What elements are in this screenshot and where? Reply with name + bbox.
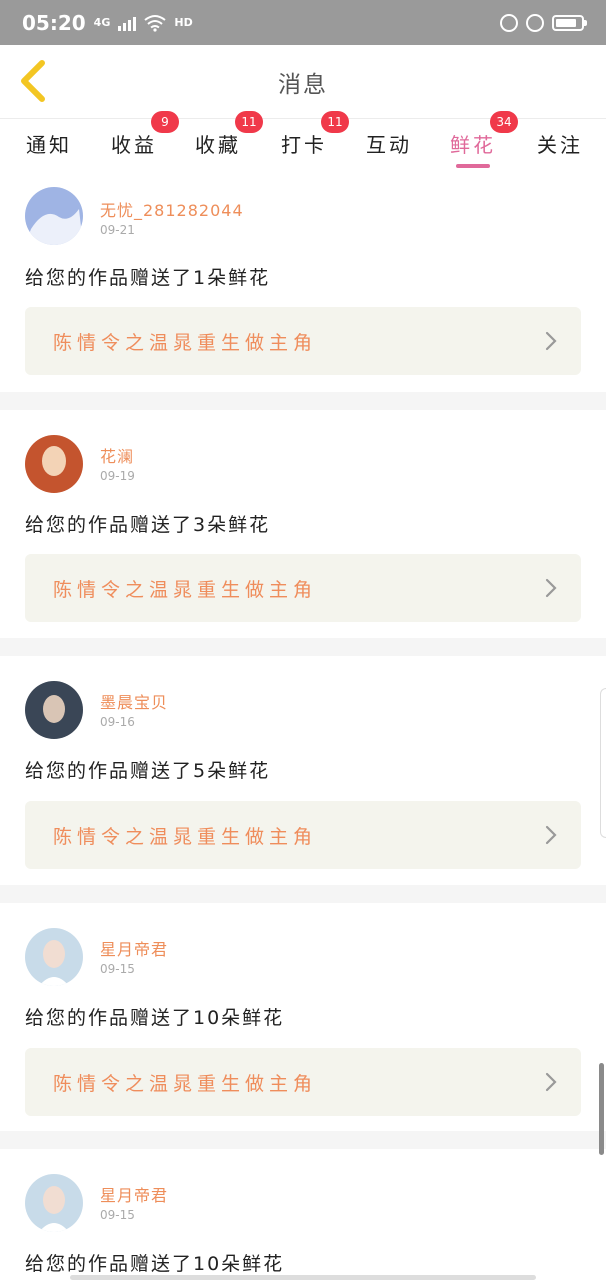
- count-badge: 34: [490, 111, 518, 133]
- username[interactable]: 星月帝君: [100, 936, 168, 960]
- username[interactable]: 墨晨宝贝: [100, 689, 168, 713]
- chevron-right-icon: [545, 825, 557, 845]
- count-badge: 11: [321, 111, 349, 133]
- wifi-icon: [144, 14, 166, 32]
- tab-checkin[interactable]: 打卡 11: [281, 111, 349, 158]
- tab-favorites[interactable]: 收藏 11: [195, 111, 263, 158]
- message-text: 给您的作品赠送了1朵鲜花: [25, 267, 271, 289]
- avatar[interactable]: [25, 1174, 83, 1232]
- app-header: 消息: [0, 45, 606, 118]
- tab-earnings[interactable]: 收益 9: [111, 111, 179, 158]
- list-item: 星月帝君 09-15 给您的作品赠送了10朵鲜花: [0, 1149, 606, 1280]
- page-title: 消息: [278, 71, 328, 98]
- chevron-left-icon: [21, 60, 45, 102]
- tab-label: 打卡: [281, 133, 327, 157]
- tab-label: 收藏: [195, 133, 241, 157]
- hd-badge: HD: [174, 16, 193, 29]
- list-item: 无忧_281282044 09-21 给您的作品赠送了1朵鲜花 陈情令之温晁重生…: [0, 172, 606, 392]
- tab-following[interactable]: 关注: [537, 129, 583, 158]
- tab-label: 通知: [26, 133, 72, 157]
- username[interactable]: 无忧_281282044: [100, 197, 244, 221]
- username[interactable]: 星月帝君: [100, 1182, 168, 1206]
- tab-bar: 通知 收益 9 收藏 11 打卡 11 互动 鲜花 34 关注: [0, 111, 606, 172]
- message-text: 给您的作品赠送了3朵鲜花: [25, 514, 271, 536]
- status-left: 05:20 4G HD: [22, 11, 193, 35]
- battery-icon: [552, 14, 587, 31]
- message-date: 09-15: [100, 1208, 135, 1222]
- status-bar: 05:20 4G HD: [0, 0, 606, 45]
- tab-label: 关注: [537, 133, 583, 157]
- message-date: 09-19: [100, 469, 135, 483]
- avatar[interactable]: [25, 435, 83, 493]
- tab-flowers[interactable]: 鲜花 34: [450, 111, 518, 158]
- tab-interaction[interactable]: 互动: [366, 129, 412, 158]
- active-tab-indicator: [456, 164, 490, 168]
- signal-icon: [118, 15, 137, 31]
- message-date: 09-15: [100, 962, 135, 976]
- message-date: 09-16: [100, 715, 135, 729]
- divider: [0, 638, 606, 656]
- tab-notifications[interactable]: 通知: [26, 129, 72, 158]
- chevron-right-icon: [545, 1072, 557, 1092]
- list-item: 星月帝君 09-15 给您的作品赠送了10朵鲜花 陈情令之温晁重生做主角: [0, 903, 606, 1131]
- list-item: 花澜 09-19 给您的作品赠送了3朵鲜花 陈情令之温晁重生做主角: [0, 410, 606, 638]
- work-title: 陈情令之温晁重生做主角: [53, 578, 318, 601]
- status-right: [500, 13, 587, 32]
- network-type: 4G: [93, 16, 111, 29]
- work-title: 陈情令之温晁重生做主角: [53, 331, 318, 354]
- work-link[interactable]: 陈情令之温晁重生做主角: [25, 801, 581, 869]
- work-title: 陈情令之温晁重生做主角: [53, 1072, 318, 1095]
- work-title: 陈情令之温晁重生做主角: [53, 825, 318, 848]
- work-link[interactable]: 陈情令之温晁重生做主角: [25, 307, 581, 375]
- tab-label: 鲜花: [450, 133, 496, 157]
- divider: [0, 1131, 606, 1149]
- list-item: 墨晨宝贝 09-16 给您的作品赠送了5朵鲜花 陈情令之温晁重生做主角: [0, 656, 606, 885]
- avatar[interactable]: [25, 187, 83, 245]
- avatar[interactable]: [25, 928, 83, 986]
- message-text: 给您的作品赠送了10朵鲜花: [25, 1007, 285, 1029]
- gesture-bar[interactable]: [70, 1275, 536, 1280]
- message-text: 给您的作品赠送了10朵鲜花: [25, 1253, 285, 1275]
- message-text: 给您的作品赠送了5朵鲜花: [25, 760, 271, 782]
- alarm-icon: [526, 13, 544, 32]
- divider: [0, 885, 606, 903]
- avatar[interactable]: [25, 681, 83, 739]
- message-date: 09-21: [100, 223, 135, 237]
- tab-label: 收益: [111, 133, 157, 157]
- chevron-right-icon: [545, 578, 557, 598]
- username[interactable]: 花澜: [100, 443, 134, 467]
- back-button[interactable]: [14, 57, 54, 105]
- status-time: 05:20: [22, 10, 86, 35]
- tab-label: 互动: [366, 133, 412, 157]
- chevron-right-icon: [545, 331, 557, 351]
- edge-handle[interactable]: [600, 688, 606, 838]
- count-badge: 9: [151, 111, 179, 133]
- scrollbar-thumb[interactable]: [599, 1063, 604, 1155]
- lock-rotation-icon: [500, 13, 518, 32]
- work-link[interactable]: 陈情令之温晁重生做主角: [25, 554, 581, 622]
- work-link[interactable]: 陈情令之温晁重生做主角: [25, 1048, 581, 1116]
- divider: [0, 392, 606, 410]
- count-badge: 11: [235, 111, 263, 133]
